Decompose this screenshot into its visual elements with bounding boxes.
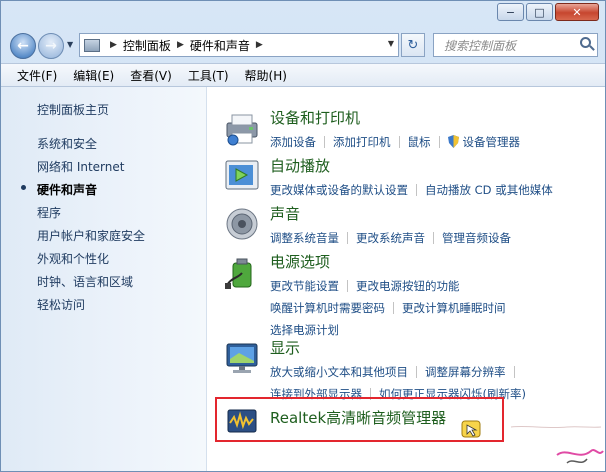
search-input[interactable] xyxy=(442,35,576,57)
main-content: 设备和打印机 添加设备 添加打印机 鼠标 设备管理器 自动播放 更改媒体或设备的默认设… xyxy=(207,87,605,471)
sidebar: 控制面板主页 系统和安全 网络和 Internet 硬件和声音 程序 用户帐户和… xyxy=(1,87,207,471)
search-box[interactable] xyxy=(433,33,598,57)
maximize-icon: □ xyxy=(534,5,545,19)
menu-tools[interactable]: 工具(T) xyxy=(180,67,237,84)
separator xyxy=(416,184,417,196)
separator xyxy=(398,136,400,148)
refresh-button[interactable]: ↻ xyxy=(401,33,425,57)
separator xyxy=(347,280,348,292)
maximize-button[interactable]: □ xyxy=(526,3,553,21)
menu-edit[interactable]: 编辑(E) xyxy=(65,67,122,84)
title-bar: − □ ✕ xyxy=(1,1,605,29)
link-adjust-volume[interactable]: 调整系统音量 xyxy=(270,231,339,245)
link-change-sleep-time[interactable]: 更改计算机睡眠时间 xyxy=(402,301,506,315)
category-links: 更改媒体或设备的默认设置 自动播放 CD 或其他媒体 xyxy=(270,179,605,201)
search-icon[interactable] xyxy=(580,37,591,48)
sidebar-item-appearance[interactable]: 外观和个性化 xyxy=(37,250,109,267)
autoplay-icon[interactable] xyxy=(223,157,261,195)
category-links: 添加设备 添加打印机 鼠标 设备管理器 xyxy=(270,131,605,153)
sidebar-home-link[interactable]: 控制面板主页 xyxy=(37,101,109,118)
category-title-power-options[interactable]: 电源选项 xyxy=(270,251,330,272)
control-panel-icon xyxy=(84,38,100,52)
link-device-manager[interactable]: 设备管理器 xyxy=(463,135,521,149)
arrow-left-icon: ← xyxy=(17,38,29,54)
realtek-audio-manager-link[interactable]: Realtek高清晰音频管理器 xyxy=(270,407,446,428)
separator xyxy=(416,366,417,378)
breadcrumb-separator-icon[interactable]: ▶ xyxy=(256,40,263,50)
link-manage-audio-devices[interactable]: 管理音频设备 xyxy=(442,231,511,245)
separator xyxy=(433,232,434,244)
category-links: 调整系统音量 更改系统声音 管理音频设备 xyxy=(270,227,605,249)
address-bar[interactable]: ▶ 控制面板 ▶ 硬件和声音 ▶ ▼ xyxy=(79,33,399,57)
sidebar-item-hardware-sound[interactable]: 硬件和声音 xyxy=(37,181,97,198)
current-item-bullet-icon xyxy=(21,185,26,190)
link-adjust-resolution[interactable]: 调整屏幕分辨率 xyxy=(425,365,506,379)
scribble-decoration-icon xyxy=(510,425,604,464)
minimize-button[interactable]: − xyxy=(497,3,524,21)
control-panel-window: − □ ✕ ← → ▼ ▶ 控制面板 ▶ 硬件和声音 ▶ ▼ ↻ 文件(F) 编… xyxy=(0,0,606,472)
link-add-device[interactable]: 添加设备 xyxy=(270,135,316,149)
separator xyxy=(347,232,348,244)
menu-view[interactable]: 查看(V) xyxy=(122,67,180,84)
sidebar-item-system-security[interactable]: 系统和安全 xyxy=(37,135,97,152)
link-change-media-defaults[interactable]: 更改媒体或设备的默认设置 xyxy=(270,183,408,197)
speaker-icon[interactable] xyxy=(223,205,261,243)
separator xyxy=(324,136,325,148)
sidebar-item-programs[interactable]: 程序 xyxy=(37,204,61,221)
realtek-audio-icon[interactable] xyxy=(227,409,257,433)
breadcrumb-control-panel[interactable]: 控制面板 xyxy=(123,37,171,54)
display-icon[interactable] xyxy=(223,339,261,377)
link-zoom-text[interactable]: 放大或缩小文本和其他项目 xyxy=(270,365,408,379)
link-autoplay-cd[interactable]: 自动播放 CD 或其他媒体 xyxy=(425,183,553,197)
printer-icon[interactable] xyxy=(223,109,261,147)
recent-pages-dropdown[interactable]: ▼ xyxy=(67,40,73,49)
address-dropdown-icon[interactable]: ▼ xyxy=(388,39,394,48)
separator xyxy=(393,302,394,314)
separator xyxy=(438,136,440,148)
breadcrumb-hardware-sound[interactable]: 硬件和声音 xyxy=(190,37,250,54)
navigation-bar: ← → ▼ ▶ 控制面板 ▶ 硬件和声音 ▶ ▼ ↻ xyxy=(1,29,605,63)
sidebar-item-network[interactable]: 网络和 Internet xyxy=(37,158,124,175)
uac-shield-icon xyxy=(447,135,459,148)
refresh-icon: ↻ xyxy=(407,37,419,53)
shortcut-badge-icon xyxy=(461,420,481,438)
category-title-display[interactable]: 显示 xyxy=(270,337,300,358)
category-title-devices-printers[interactable]: 设备和打印机 xyxy=(270,107,360,128)
sidebar-item-user-accounts[interactable]: 用户帐户和家庭安全 xyxy=(37,227,145,244)
minimize-icon: − xyxy=(505,5,516,19)
link-mouse[interactable]: 鼠标 xyxy=(408,135,431,149)
link-change-power-saving[interactable]: 更改节能设置 xyxy=(270,279,339,293)
link-change-system-sounds[interactable]: 更改系统声音 xyxy=(356,231,425,245)
close-button[interactable]: ✕ xyxy=(555,3,599,21)
menu-bar: 文件(F) 编辑(E) 查看(V) 工具(T) 帮助(H) xyxy=(1,63,605,87)
sidebar-item-clock-region[interactable]: 时钟、语言和区域 xyxy=(37,273,133,290)
category-links: 更改节能设置 更改电源按钮的功能 唤醒计算机时需要密码 更改计算机睡眠时间 选择电源… xyxy=(270,275,605,341)
forward-button[interactable]: → xyxy=(38,33,64,59)
menu-help[interactable]: 帮助(H) xyxy=(237,67,295,84)
link-add-printer[interactable]: 添加打印机 xyxy=(333,135,391,149)
breadcrumb-separator-icon[interactable]: ▶ xyxy=(177,40,184,50)
caption-buttons: − □ ✕ xyxy=(495,3,599,21)
back-button[interactable]: ← xyxy=(10,33,36,59)
category-title-sound[interactable]: 声音 xyxy=(270,203,300,224)
power-icon[interactable] xyxy=(223,253,261,291)
sidebar-item-ease-of-access[interactable]: 轻松访问 xyxy=(37,296,85,313)
link-choose-power-plan[interactable]: 选择电源计划 xyxy=(270,323,339,337)
menu-file[interactable]: 文件(F) xyxy=(1,67,65,84)
separator xyxy=(513,366,515,378)
close-icon: ✕ xyxy=(572,5,582,19)
category-title-autoplay[interactable]: 自动播放 xyxy=(270,155,330,176)
link-require-password-wakeup[interactable]: 唤醒计算机时需要密码 xyxy=(270,301,385,315)
breadcrumb-separator-icon[interactable]: ▶ xyxy=(110,40,117,50)
link-change-power-button[interactable]: 更改电源按钮的功能 xyxy=(356,279,460,293)
arrow-right-icon: → xyxy=(45,38,57,54)
